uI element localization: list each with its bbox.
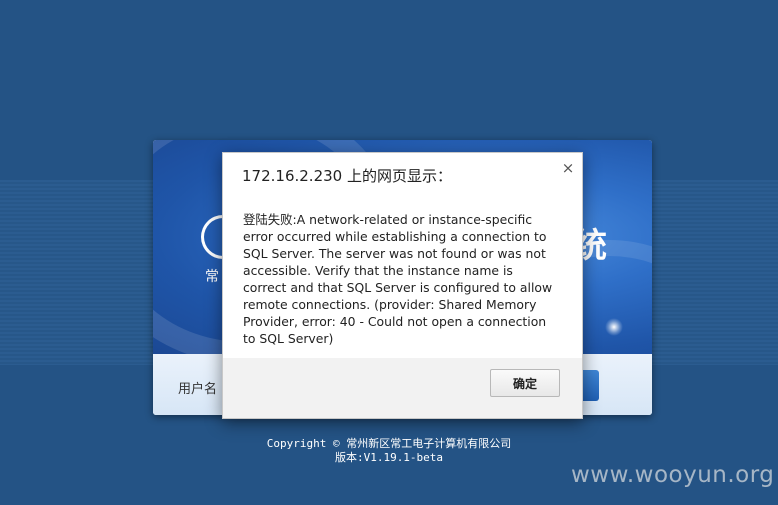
close-icon[interactable]: × — [559, 159, 577, 177]
dialog-body: 登陆失败:A network-related or instance-speci… — [223, 197, 582, 358]
logo-text: 常 — [205, 269, 219, 285]
ok-button[interactable]: 确定 — [490, 369, 560, 397]
alert-dialog: 172.16.2.230 上的网页显示： × 登陆失败:A network-re… — [222, 152, 583, 419]
dialog-footer: 确定 — [223, 358, 582, 418]
error-message: 登陆失败:A network-related or instance-speci… — [243, 212, 553, 346]
username-label: 用户名 — [178, 382, 218, 397]
page-footer: Copyright © 常州新区常工电子计算机有限公司 版本:V1.19.1-b… — [0, 437, 778, 465]
watermark: www.wooyun.org — [571, 462, 775, 488]
copyright-text: Copyright © 常州新区常工电子计算机有限公司 — [266, 437, 512, 450]
dialog-title: 172.16.2.230 上的网页显示： — [242, 167, 452, 185]
login-button[interactable] — [583, 370, 599, 401]
sparkle-icon — [605, 318, 623, 336]
